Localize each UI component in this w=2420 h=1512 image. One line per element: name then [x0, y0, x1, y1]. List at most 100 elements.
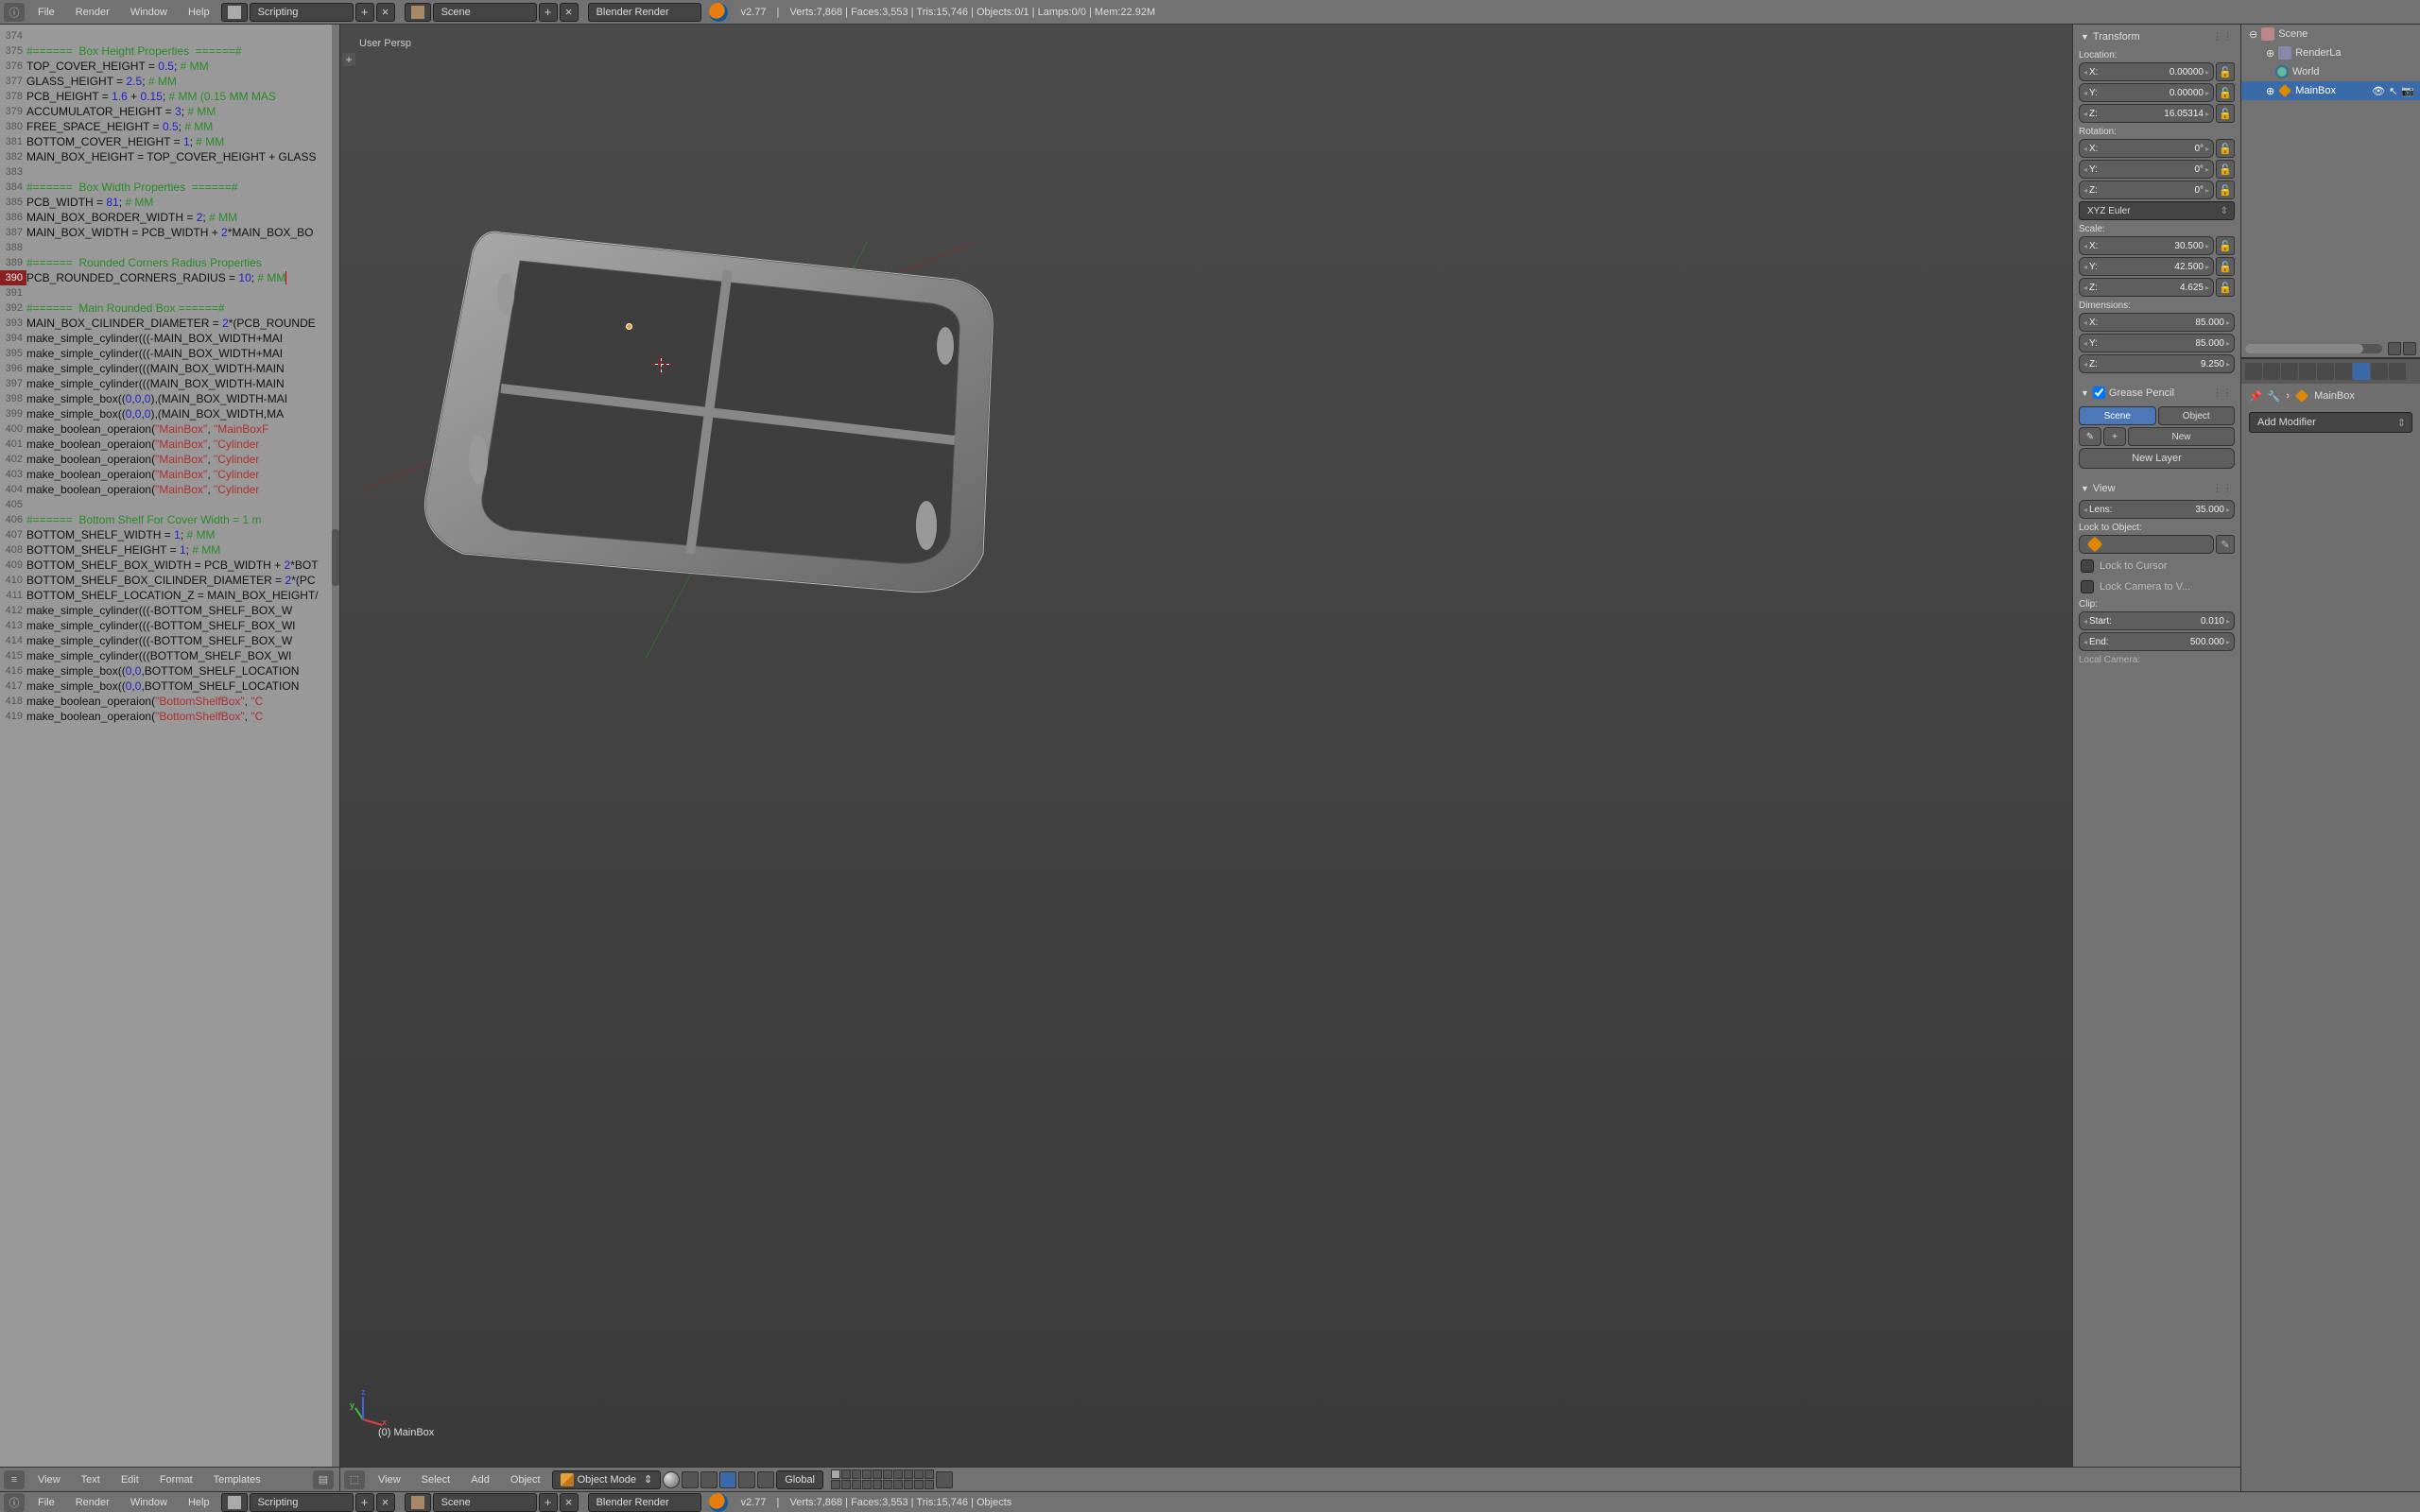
code-scrollbar[interactable] — [332, 25, 339, 1467]
menu-window[interactable]: Window — [121, 3, 177, 22]
scene-dropdown[interactable]: Scene — [433, 3, 537, 22]
layout-dropdown[interactable]: Scripting — [250, 3, 354, 22]
menu-help-bottom[interactable]: Help — [179, 1493, 219, 1512]
layout-dropdown-bottom[interactable]: Scripting — [250, 1493, 354, 1512]
tab-renderlayers[interactable] — [2263, 363, 2280, 380]
viewport-editor-icon[interactable]: ⬚ — [344, 1470, 365, 1489]
lock-cursor-checkbox[interactable] — [2081, 559, 2094, 573]
scene-add-bottom[interactable]: + — [539, 1493, 558, 1512]
tab-render[interactable] — [2245, 363, 2262, 380]
info-editor-icon-bottom[interactable]: ⓘ — [4, 1493, 25, 1512]
transform-panel-header[interactable]: ▼Transform⋮⋮ — [2075, 26, 2238, 46]
dim-x-field[interactable]: ◂X:85.000▸ — [2079, 313, 2235, 332]
scene-remove-bottom[interactable]: × — [560, 1493, 579, 1512]
text-menu-view[interactable]: View — [28, 1470, 70, 1489]
mainbox-mesh[interactable] — [397, 176, 1002, 610]
dim-z-field[interactable]: ◂Z:9.250▸ — [2079, 354, 2235, 373]
layout-add-bottom[interactable]: + — [355, 1493, 374, 1512]
grease-pencil-header[interactable]: ▼Grease Pencil⋮⋮ — [2075, 383, 2238, 403]
code-area[interactable]: 374375#====== Box Height Properties ====… — [0, 25, 339, 1467]
outliner[interactable]: ⊖Scene ⊕RenderLa World ⊕MainBox 👁 ↖ 📷 — [2241, 25, 2420, 357]
scale-z-lock[interactable]: 🔓 — [2216, 278, 2235, 297]
vp-menu-add[interactable]: Add — [461, 1470, 499, 1489]
rot-x-field[interactable]: ◂X:0°▸ — [2079, 139, 2214, 158]
text-menu-templates[interactable]: Templates — [204, 1470, 270, 1489]
scene-icon-wrap[interactable] — [405, 3, 431, 22]
loc-y-field[interactable]: ◂Y:0.00000▸ — [2079, 83, 2214, 102]
lens-field[interactable]: ◂Lens:35.000▸ — [2079, 500, 2235, 519]
scene-dropdown-bottom[interactable]: Scene — [433, 1493, 537, 1512]
engine-bottom[interactable]: Blender Render — [588, 1493, 701, 1512]
orientation-dropdown[interactable]: Global — [776, 1470, 823, 1489]
grease-object-button[interactable]: Object — [2158, 406, 2236, 425]
scene-icon-wrap-bottom[interactable] — [405, 1493, 431, 1512]
layers-widget[interactable] — [831, 1469, 934, 1489]
properties-tabs[interactable] — [2241, 359, 2420, 384]
manipulator-icon[interactable] — [719, 1471, 736, 1488]
info-editor-icon[interactable]: ⓘ — [4, 3, 25, 22]
view-panel-header[interactable]: ▼View⋮⋮ — [2075, 478, 2238, 498]
pin-icon[interactable]: 📌 — [2249, 390, 2262, 403]
rot-z-lock[interactable]: 🔓 — [2216, 180, 2235, 199]
scene-add-button[interactable]: + — [539, 3, 558, 22]
loc-z-lock[interactable]: 🔓 — [2216, 104, 2235, 123]
tab-material[interactable] — [2389, 363, 2406, 380]
text-editor-options-icon[interactable]: ▤ — [313, 1470, 334, 1489]
outliner-hscrollbar[interactable] — [2245, 344, 2382, 353]
tab-object[interactable] — [2317, 363, 2334, 380]
text-menu-edit[interactable]: Edit — [112, 1470, 148, 1489]
layout-remove-button[interactable]: × — [376, 3, 395, 22]
rot-z-field[interactable]: ◂Z:0°▸ — [2079, 180, 2214, 199]
grease-new-button[interactable]: New — [2128, 427, 2235, 446]
menu-help[interactable]: Help — [179, 3, 219, 22]
tab-data[interactable] — [2371, 363, 2388, 380]
tab-constraints[interactable] — [2335, 363, 2352, 380]
rotation-mode-dropdown[interactable]: XYZ Euler — [2079, 201, 2235, 220]
layout-add-button[interactable]: + — [355, 3, 374, 22]
viewport-toolshelf-toggle[interactable]: + — [342, 53, 355, 66]
loc-x-field[interactable]: ◂X:0.00000▸ — [2079, 62, 2214, 81]
dim-y-field[interactable]: ◂Y:85.000▸ — [2079, 334, 2235, 352]
selectable-cursor-icon[interactable]: ↖ — [2389, 85, 2397, 97]
scale-y-field[interactable]: ◂Y:42.500▸ — [2079, 257, 2214, 276]
lock-object-field[interactable] — [2079, 535, 2214, 554]
tab-modifiers[interactable] — [2353, 363, 2370, 380]
rot-y-field[interactable]: ◂Y:0°▸ — [2079, 160, 2214, 179]
rot-x-lock[interactable]: 🔓 — [2216, 139, 2235, 158]
vp-menu-object[interactable]: Object — [501, 1470, 550, 1489]
shading-solid-icon[interactable] — [663, 1471, 680, 1488]
vp-menu-view[interactable]: View — [369, 1470, 410, 1489]
layout-remove-bottom[interactable]: × — [376, 1493, 395, 1512]
menu-file[interactable]: File — [28, 3, 64, 22]
grease-pencil-icon[interactable]: ✎ — [2079, 427, 2101, 446]
rot-y-lock[interactable]: 🔓 — [2216, 160, 2235, 179]
tab-world[interactable] — [2299, 363, 2316, 380]
menu-render-bottom[interactable]: Render — [66, 1493, 119, 1512]
manip-rotate-icon[interactable] — [757, 1471, 774, 1488]
menu-file-bottom[interactable]: File — [28, 1493, 64, 1512]
visibility-eye-icon[interactable]: 👁 — [2372, 85, 2385, 97]
text-editor-type-icon[interactable]: ≡ — [4, 1470, 25, 1489]
menu-render[interactable]: Render — [66, 3, 119, 22]
add-modifier-dropdown[interactable]: Add Modifier — [2249, 412, 2412, 433]
layout-selector-bottom[interactable] — [221, 1493, 248, 1512]
text-menu-format[interactable]: Format — [150, 1470, 202, 1489]
scale-y-lock[interactable]: 🔓 — [2216, 257, 2235, 276]
outliner-corner-buttons[interactable] — [2388, 342, 2416, 355]
renderable-camera-icon[interactable]: 📷 — [2401, 85, 2414, 97]
outliner-scene-row[interactable]: ⊖Scene — [2241, 25, 2420, 43]
outliner-renderlayers-row[interactable]: ⊕RenderLa — [2241, 43, 2420, 62]
outliner-mainbox-row[interactable]: ⊕MainBox 👁 ↖ 📷 — [2241, 81, 2420, 100]
outliner-world-row[interactable]: World — [2241, 62, 2420, 81]
scale-x-field[interactable]: ◂X:30.500▸ — [2079, 236, 2214, 255]
text-menu-text[interactable]: Text — [72, 1470, 110, 1489]
clip-end-field[interactable]: ◂End:500.000▸ — [2079, 632, 2235, 651]
scale-z-field[interactable]: ◂Z:4.625▸ — [2079, 278, 2214, 297]
loc-x-lock[interactable]: 🔓 — [2216, 62, 2235, 81]
render-engine-dropdown[interactable]: Blender Render — [588, 3, 701, 22]
vp-menu-select[interactable]: Select — [412, 1470, 460, 1489]
loc-z-field[interactable]: ◂Z:16.05314▸ — [2079, 104, 2214, 123]
3d-viewport[interactable]: User Persp + — [340, 25, 2072, 1467]
clip-start-field[interactable]: ◂Start:0.010▸ — [2079, 611, 2235, 630]
grease-enable-checkbox[interactable] — [2093, 387, 2105, 399]
